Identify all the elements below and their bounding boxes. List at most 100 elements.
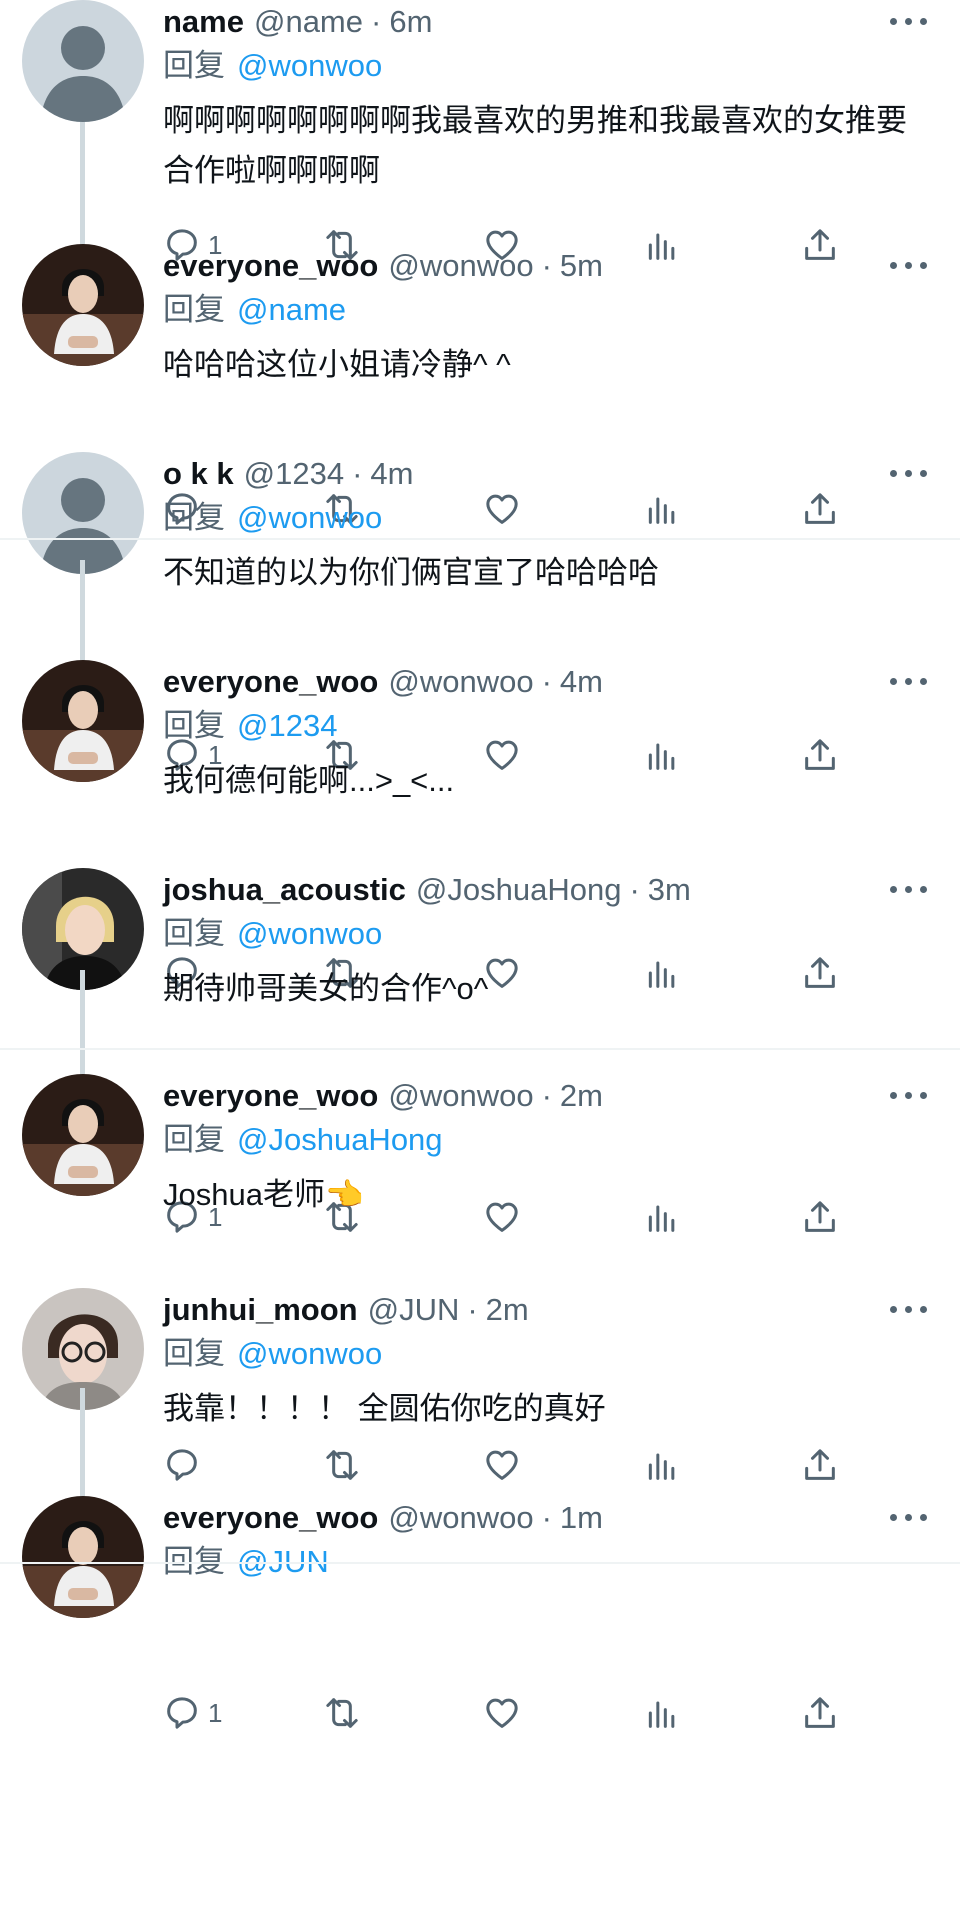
tweet-text: 哈哈哈这位小姐请冷静^ ^ [163,347,511,382]
more-icon [890,1078,930,1108]
reply-to-link[interactable]: @1234 [237,708,337,743]
more-options-button[interactable] [890,456,930,486]
avatar[interactable] [22,244,144,366]
tweet-text: Joshua老师👈 [163,1177,364,1212]
thread-connector-line [80,970,85,1078]
avatar[interactable] [22,0,144,122]
dot-separator: · [541,1078,552,1113]
thread-divider [0,1048,960,1050]
user-handle[interactable]: @wonwoo [388,1078,533,1113]
reply-label: 回复 [163,1336,225,1371]
more-icon [890,664,930,694]
more-options-button[interactable] [890,1078,930,1108]
reply-context: 回复 @wonwoo [163,496,382,540]
tweet-header: joshua_acoustic @JoshuaHong · 3m [163,868,691,912]
reply-label: 回复 [163,708,225,743]
more-icon [890,1292,930,1322]
dot-separator: · [629,872,640,907]
timestamp[interactable]: 5m [560,248,603,283]
user-handle[interactable]: @JoshuaHong [416,872,622,907]
dot-separator: · [371,4,382,39]
reply-to-link[interactable]: @wonwoo [237,500,382,535]
reply-context: 回复 @wonwoo [163,1332,382,1376]
display-name[interactable]: everyone_woo [163,1078,378,1113]
reply-to-link[interactable]: @wonwoo [237,916,382,951]
dot-separator: · [541,248,552,283]
tweet-text: 我何德何能啊...>_<... [163,763,455,798]
more-options-button[interactable] [890,1292,930,1322]
reply-context: 回复 @wonwoo [163,44,382,88]
tweet-text: 我靠！！！！ 全圆佑你吃的真好 [163,1391,606,1426]
reply-context: 回复 @wonwoo [163,912,382,956]
reply-label: 回复 [163,1122,225,1157]
timestamp[interactable]: 1m [560,1500,603,1535]
display-name[interactable]: joshua_acoustic [163,872,406,907]
user-handle[interactable]: @1234 [244,456,344,491]
more-icon [890,1500,930,1530]
avatar[interactable] [22,452,144,574]
more-options-button[interactable] [890,248,930,278]
display-name[interactable]: everyone_woo [163,248,378,283]
thread-divider [0,538,960,540]
tweet-header: everyone_woo @wonwoo · 4m [163,660,603,704]
thread-connector-line [80,560,85,664]
timestamp[interactable]: 4m [370,456,413,491]
timestamp[interactable]: 3m [648,872,691,907]
tweet-text: 啊啊啊啊啊啊啊啊我最喜欢的男推和我最喜欢的女推要合作啦啊啊啊啊 [163,103,907,188]
dot-separator: · [467,1292,478,1327]
timestamp[interactable]: 6m [389,4,432,39]
user-handle[interactable]: @wonwoo [388,664,533,699]
display-name[interactable]: everyone_woo [163,664,378,699]
timestamp[interactable]: 2m [486,1292,529,1327]
display-name[interactable]: name [163,4,244,39]
more-options-button[interactable] [890,664,930,694]
avatar[interactable] [22,660,144,782]
reply-to-link[interactable]: @wonwoo [237,1336,382,1371]
more-options-button[interactable] [890,872,930,902]
tweet-text: 不知道的以为你们俩官宣了哈哈哈哈 [163,555,659,590]
reply-to-link[interactable]: @wonwoo [237,48,382,83]
user-handle[interactable]: @JUN [368,1292,460,1327]
reply-label: 回复 [163,292,225,327]
thread-divider [0,1562,960,1564]
tweet-header: junhui_moon @JUN · 2m [163,1288,529,1332]
user-handle[interactable]: @name [254,4,363,39]
display-name[interactable]: o k k [163,456,234,491]
reply-context: 回复 @name [163,288,346,332]
dot-separator: · [541,1500,552,1535]
tweet-8: everyone_woo @wonwoo · 1m 回复 @JUN [0,1496,960,1920]
tweet-text: 期待帅哥美女的合作^o^ [163,971,489,1006]
tweet-header: name @name · 6m [163,0,432,44]
reply-label: 回复 [163,48,225,83]
timestamp[interactable]: 2m [560,1078,603,1113]
tweet-header: everyone_woo @wonwoo · 5m [163,244,603,288]
reply-label: 回复 [163,500,225,535]
more-options-button[interactable] [890,4,930,34]
more-options-button[interactable] [890,1500,930,1530]
thread-connector-line [80,122,85,250]
tweet-header: everyone_woo @wonwoo · 1m [163,1496,603,1540]
reply-thread-feed: name @name · 6m 回复 @wonwoo 啊啊啊啊啊啊啊啊我最喜欢的男推和我最喜… [0,0,960,1920]
avatar[interactable] [22,1496,144,1618]
more-icon [890,456,930,486]
tweet-header: o k k @1234 · 4m [163,452,414,496]
more-icon [890,248,930,278]
reply-context: 回复 @JoshuaHong [163,1118,443,1162]
timestamp[interactable]: 4m [560,664,603,699]
tweet-header: everyone_woo @wonwoo · 2m [163,1074,603,1118]
display-name[interactable]: junhui_moon [163,1292,358,1327]
reply-context: 回复 @1234 [163,704,337,748]
more-icon [890,4,930,34]
dot-separator: · [352,456,363,491]
display-name[interactable]: everyone_woo [163,1500,378,1535]
thread-connector-line [80,1388,85,1500]
reply-to-link[interactable]: @JoshuaHong [237,1122,443,1157]
dot-separator: · [541,664,552,699]
reply-label: 回复 [163,916,225,951]
avatar[interactable] [22,1074,144,1196]
user-handle[interactable]: @wonwoo [388,248,533,283]
more-icon [890,872,930,902]
tweet-1: name @name · 6m 回复 @wonwoo 啊啊啊啊啊啊啊啊我最喜欢的男推和我最喜… [0,0,960,280]
user-handle[interactable]: @wonwoo [388,1500,533,1535]
reply-to-link[interactable]: @name [237,292,346,327]
